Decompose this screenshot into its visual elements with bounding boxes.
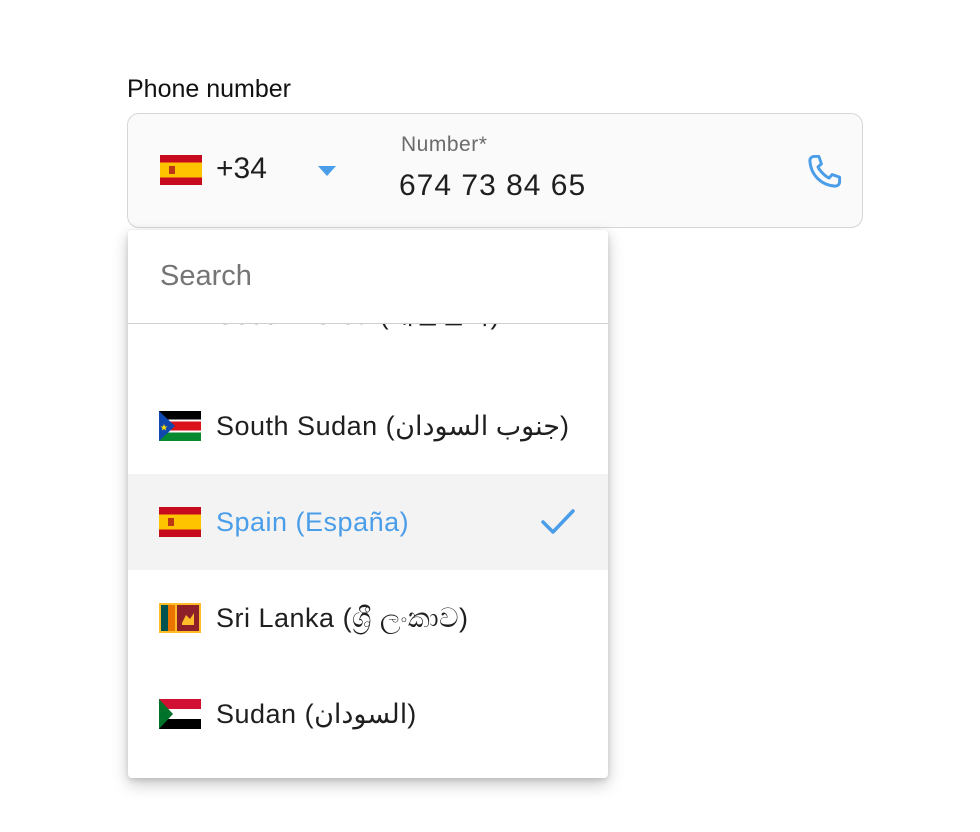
phone-number-label: Phone number — [127, 75, 292, 103]
search-container — [128, 230, 608, 324]
list-item-spain[interactable]: Spain (España) — [128, 474, 608, 570]
list-item-south-sudan[interactable]: South Sudan (جنوب السودان) — [128, 378, 608, 474]
country-search-input[interactable] — [160, 256, 580, 296]
sri-lanka-flag-icon — [159, 603, 201, 633]
list-item-label: Sudan (السودان) — [216, 699, 417, 729]
list-item-sudan[interactable]: Sudan (السودان) — [128, 666, 608, 762]
spain-flag-icon — [160, 155, 202, 185]
country-code-select[interactable]: +34 — [158, 144, 358, 194]
sudan-flag-icon — [159, 699, 201, 729]
list-item-label: Sri Lanka (ශ්‍රී ලංකාව) — [216, 603, 469, 633]
list-item-label: South Korea (대한민국) — [216, 324, 500, 332]
list-item-label: South Sudan (جنوب السودان) — [216, 411, 570, 441]
phone-number-field: +34 Number* — [127, 113, 863, 228]
phone-icon[interactable] — [802, 150, 846, 194]
list-item-sri-lanka[interactable]: Sri Lanka (ශ්‍රී ලංකාව) — [128, 570, 608, 666]
checkmark-icon — [540, 504, 576, 540]
list-item-label: Spain (España) — [216, 507, 410, 537]
phone-number-input[interactable] — [399, 166, 779, 206]
country-list[interactable]: South Korea (대한민국) South Sudan (جنوب الس… — [128, 324, 608, 778]
country-dropdown: South Korea (대한민국) South Sudan (جنوب الس… — [128, 230, 608, 778]
spain-flag-icon — [159, 507, 201, 537]
triangle-down-icon[interactable] — [318, 166, 336, 176]
number-field-label: Number* — [401, 133, 488, 156]
south-sudan-flag-icon — [159, 411, 201, 441]
dial-code: +34 — [216, 152, 267, 185]
list-item-south-korea[interactable]: South Korea (대한민국) — [128, 324, 608, 356]
